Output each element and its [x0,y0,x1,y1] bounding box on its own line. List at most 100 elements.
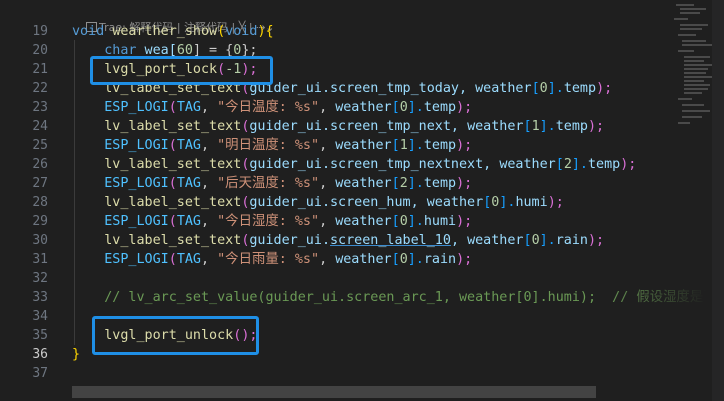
token-bracket: [ [391,138,400,153]
token-bracket: [ [523,233,532,248]
line-number-gutter: 19 20 21 22 23 24 25 26 27 28 29 30 31 3… [0,0,62,401]
token-macro: ESP_LOGI [104,100,169,115]
token-function: lv_label_set_text [104,157,242,172]
code-line-30[interactable]: lv_label_set_text(guider_ui.screen_label… [72,231,604,250]
token-variable: weather [335,100,392,115]
token-string: "后天温度: %s" [217,176,320,191]
token-bracket: ); [456,214,473,229]
token-bracket: [ [555,157,564,172]
token-bracket: ); [596,81,613,96]
token-bracket: ); [456,138,473,153]
code-line-19[interactable]: void wearther_show(void){ [72,22,274,41]
token-variable: weather [475,81,532,96]
line-number: 25 [32,138,48,153]
line-number: 37 [32,366,48,381]
token-number: 1 [399,138,408,153]
token-bracket: ]. [539,119,556,134]
token-punct: , [201,138,218,153]
line-number: 34 [32,309,48,324]
token-variable: weather [335,138,392,153]
token-bracket: ]. [407,100,424,115]
token-member: .screen_tmp_today, [321,81,476,96]
token-member-underlined[interactable]: screen_label_10 [330,233,451,248]
code-line-27[interactable]: ESP_LOGI(TAG, "后天温度: %s", weather[2].tem… [72,174,472,193]
line-number: 19 [32,24,48,39]
token-bracket: ]. [539,233,556,248]
token-member: humi [423,214,457,229]
text-fade-overlay [604,285,724,315]
token-function: lv_label_set_text [104,195,242,210]
code-line-25[interactable]: ESP_LOGI(TAG, "明日温度: %s", weather[1].tem… [72,136,472,155]
token-bracket: ]. [407,176,424,191]
token-macro: TAG [176,214,201,229]
token-member: .screen_tmp_next, [321,119,468,134]
code-line-31[interactable]: ESP_LOGI(TAG, "今日雨量: %s", weather[0].rai… [72,250,472,269]
token-keyword: void [72,24,105,39]
token-bracket: [ [391,252,400,267]
token-punct: , [201,100,218,115]
token-punct: , [319,138,336,153]
token-punct: , [201,252,218,267]
minimap[interactable] [668,0,712,160]
token-punct: . [321,233,330,248]
token-punct: , [201,176,218,191]
token-bracket: ); [456,176,473,191]
token-string: "今日湿度: %s" [217,214,320,229]
token-bracket: ( [168,176,177,191]
token-macro: ESP_LOGI [104,252,169,267]
token-member: temp [563,81,597,96]
token-variable: guider_ui [249,119,322,134]
token-bracket: ( [217,24,226,39]
line-number: 20 [32,43,48,58]
token-punct: , [319,252,336,267]
token-member: temp [588,157,621,172]
token-bracket: [ [531,81,540,96]
token-member: rain [555,233,588,248]
token-punct: , [319,100,336,115]
line-number: 27 [32,176,48,191]
token-number: 0 [399,252,408,267]
token-macro: ESP_LOGI [104,176,169,191]
token-number: 0 [399,100,408,115]
code-line-24[interactable]: lv_label_set_text(guider_ui.screen_tmp_n… [72,117,604,136]
token-bracket: ); [456,252,473,267]
code-editor[interactable]: 19 20 21 22 23 24 25 26 27 28 29 30 31 3… [0,0,724,401]
line-number: 22 [32,81,48,96]
line-number: 31 [32,252,48,267]
token-bracket: ]. [407,214,424,229]
code-line-26[interactable]: lv_label_set_text(guider_ui.screen_tmp_n… [72,155,636,174]
code-line-29[interactable]: ESP_LOGI(TAG, "今日湿度: %s", weather[0].hum… [72,212,472,231]
token-number: 1 [531,119,540,134]
line-number: 29 [32,214,48,229]
line-number: 24 [32,119,48,134]
token-variable: weather [335,214,392,229]
token-bracket: ); [588,119,605,134]
horizontal-scrollbar[interactable] [72,386,596,398]
token-bracket: [ [523,119,532,134]
token-bracket: ]. [571,157,588,172]
token-variable: guider_ui [249,195,322,210]
token-bracket: ); [620,157,637,172]
token-punct: , [450,233,468,248]
code-line-28[interactable]: lv_label_set_text(guider_ui.screen_hum, … [72,193,564,212]
token-bracket: ( [168,214,177,229]
highlight-box-lock [90,56,273,85]
token-variable: weather [426,195,484,210]
vertical-scrollbar[interactable] [712,0,724,401]
line-number: 28 [32,195,48,210]
code-line-36[interactable]: } [72,345,80,364]
token-variable: weather [499,157,556,172]
token-string: "今日雨量: %s" [217,252,320,267]
token-member: .screen_hum, [321,195,427,210]
token-bracket: ); [588,233,605,248]
token-macro: TAG [176,138,201,153]
token-bracket: [ [391,176,400,191]
token-bracket: ]. [499,195,516,210]
line-number: 35 [32,328,48,343]
token-number: 0 [399,214,408,229]
code-line-23[interactable]: ESP_LOGI(TAG, "今日温度: %s", weather[0].tem… [72,98,472,117]
line-number: 21 [32,62,48,77]
token-bracket: ){ [257,24,274,39]
token-string: "今日温度: %s" [217,100,320,115]
token-macro: ESP_LOGI [104,138,169,153]
